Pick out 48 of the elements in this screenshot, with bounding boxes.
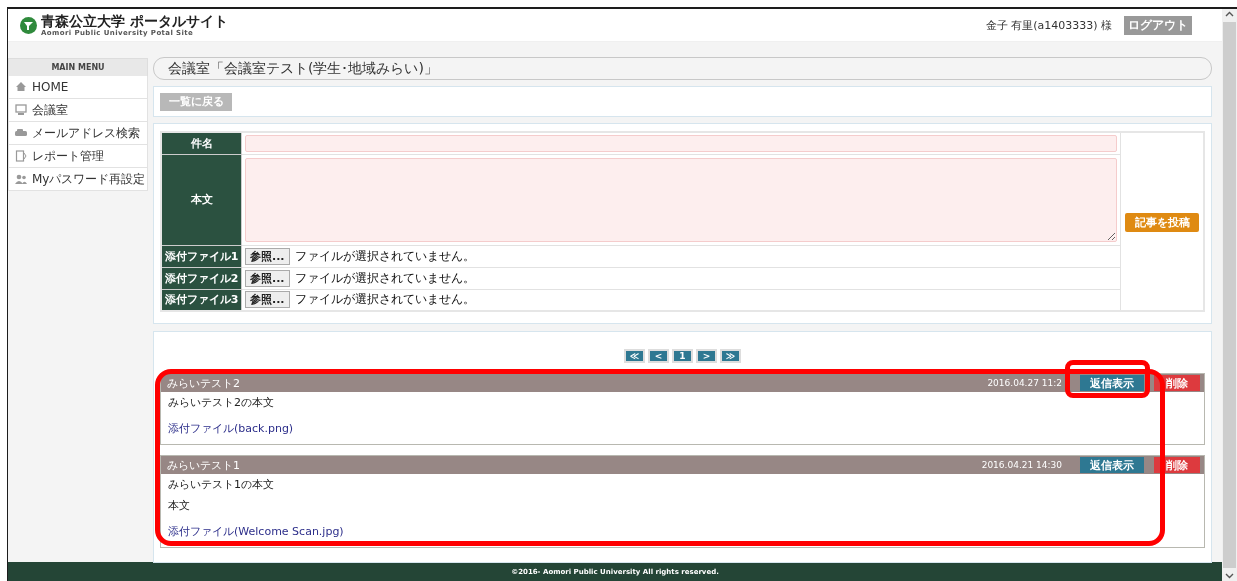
field-label: 添付ファイル2 [161, 267, 242, 289]
people-icon [15, 173, 27, 185]
logo-icon [20, 16, 37, 34]
file-status: ファイルが選択されていません。 [294, 291, 475, 309]
pager-button[interactable]: < [648, 349, 669, 363]
menu-item[interactable]: 会議室 [8, 99, 148, 122]
menu-item[interactable]: レポート管理 [8, 145, 148, 168]
reply-button[interactable]: 返信表示 [1080, 457, 1144, 473]
post-title: みらいテスト1 [167, 457, 241, 473]
file-status: ファイルが選択されていません。 [294, 269, 475, 287]
menu-item[interactable]: メールアドレス検索 [8, 122, 148, 145]
attachment-link[interactable]: 添付ファイル(Welcome Scan.jpg) [168, 525, 344, 538]
input-field[interactable] [245, 157, 1117, 242]
page-title: 会議室「会議室テスト(学生･地域みらい)」 [168, 59, 438, 78]
input-field[interactable] [245, 134, 1117, 152]
browse-button[interactable]: 参照... [245, 247, 290, 265]
field-label: 添付ファイル3 [161, 289, 242, 311]
document-icon [15, 150, 27, 162]
pager-button[interactable]: ≪ [624, 349, 645, 363]
post-text: 本文 [168, 499, 191, 512]
menu-item[interactable]: Myパスワード再設定 [8, 168, 148, 191]
pager-button[interactable]: 1 [672, 349, 693, 363]
site-title: 青森公立大学 ポータルサイト [41, 13, 228, 29]
post-date: 2016.04.21 14:30 [981, 460, 1062, 470]
file-status: ファイルが選択されていません。 [294, 247, 475, 265]
field-label: 本文 [161, 154, 242, 245]
pager-button[interactable]: ≫ [720, 349, 741, 363]
logout-button[interactable]: ログアウト [1124, 15, 1192, 35]
scroll-up-icon [1225, 11, 1234, 18]
post-text: みらいテスト2の本文 [168, 396, 275, 409]
menu-heading: MAIN MENU [8, 58, 148, 76]
browse-button[interactable]: 参照... [245, 269, 290, 287]
browse-button[interactable]: 参照... [245, 291, 290, 309]
scroll-down-icon [1225, 572, 1234, 579]
reply-button[interactable]: 返信表示 [1080, 375, 1144, 391]
home-icon [15, 81, 27, 93]
monitor-icon [15, 104, 27, 116]
field-label: 件名 [161, 132, 242, 154]
post-title: みらいテスト2 [167, 375, 241, 391]
scrollbar-thumb[interactable] [1223, 22, 1236, 568]
post-date: 2016.04.27 11:2 [987, 378, 1062, 388]
attachment-link[interactable]: 添付ファイル(back.png) [168, 422, 294, 435]
pager-button[interactable]: > [696, 349, 717, 363]
field-label: 添付ファイル1 [161, 245, 242, 267]
post-text: みらいテスト1の本文 [168, 478, 275, 491]
menu-item[interactable]: HOME [8, 76, 148, 99]
user-name: 金子 有里(a1403333) 様 [985, 17, 1112, 33]
submit-button[interactable]: 記事を投稿 [1125, 213, 1199, 232]
